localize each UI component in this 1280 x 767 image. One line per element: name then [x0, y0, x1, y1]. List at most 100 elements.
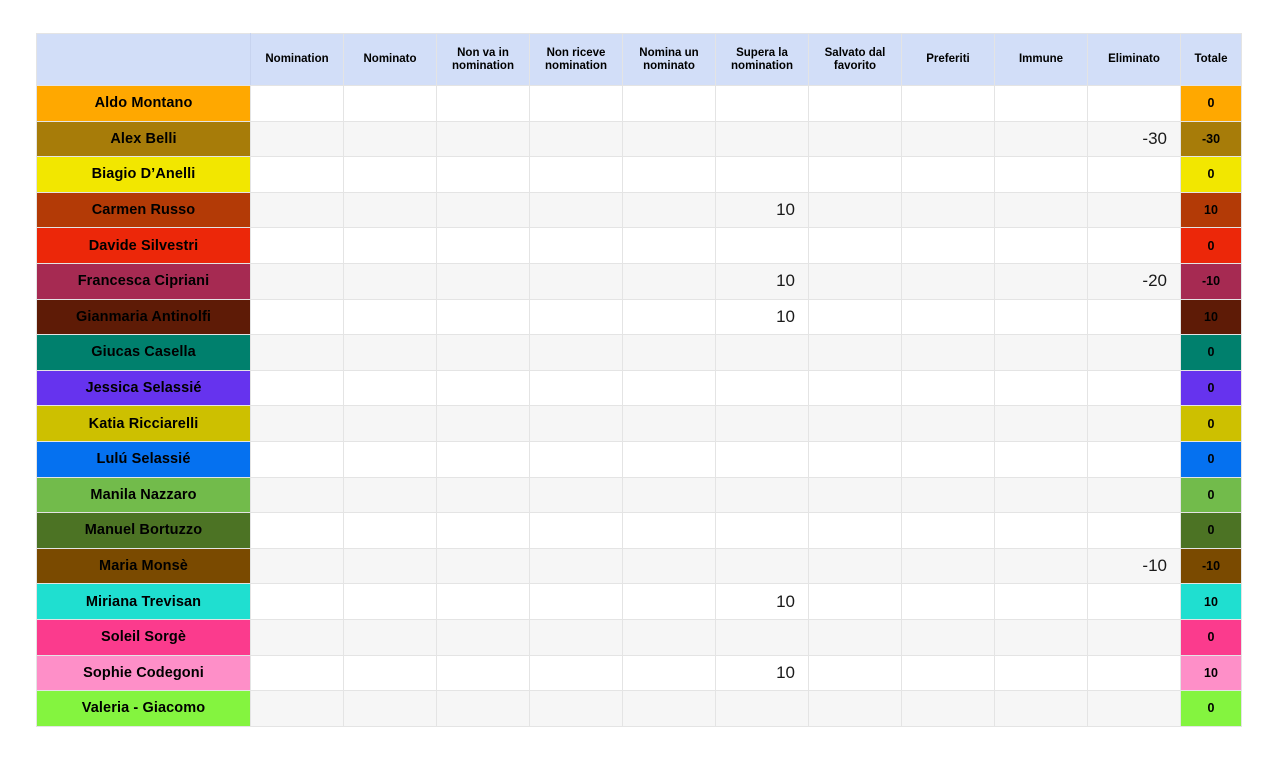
score-cell[interactable]	[1088, 441, 1181, 477]
total-cell[interactable]: 0	[1181, 228, 1242, 264]
score-cell[interactable]	[530, 477, 623, 513]
score-cell[interactable]	[716, 335, 809, 371]
score-cell[interactable]	[902, 548, 995, 584]
score-cell[interactable]	[995, 228, 1088, 264]
score-cell[interactable]	[344, 263, 437, 299]
total-cell[interactable]: 0	[1181, 335, 1242, 371]
score-cell[interactable]	[344, 86, 437, 122]
score-cell[interactable]	[995, 370, 1088, 406]
score-cell[interactable]: -10	[1088, 548, 1181, 584]
score-cell[interactable]	[995, 335, 1088, 371]
total-cell[interactable]: 0	[1181, 370, 1242, 406]
score-cell[interactable]	[344, 335, 437, 371]
score-cell[interactable]	[809, 335, 902, 371]
score-cell[interactable]	[623, 157, 716, 193]
score-cell[interactable]	[902, 299, 995, 335]
score-cell[interactable]	[902, 157, 995, 193]
score-cell[interactable]	[623, 584, 716, 620]
score-cell[interactable]	[344, 584, 437, 620]
score-cell[interactable]	[902, 370, 995, 406]
score-cell[interactable]: -30	[1088, 121, 1181, 157]
score-cell[interactable]	[530, 299, 623, 335]
score-cell[interactable]	[251, 335, 344, 371]
score-cell[interactable]	[623, 691, 716, 727]
score-cell[interactable]	[251, 691, 344, 727]
score-cell[interactable]	[1088, 655, 1181, 691]
contestant-name-cell[interactable]: Soleil Sorgè	[37, 619, 251, 655]
score-cell[interactable]	[809, 157, 902, 193]
score-cell[interactable]	[344, 548, 437, 584]
score-cell[interactable]	[902, 513, 995, 549]
score-cell[interactable]	[809, 192, 902, 228]
score-cell[interactable]	[251, 406, 344, 442]
score-cell[interactable]	[995, 655, 1088, 691]
total-cell[interactable]: 0	[1181, 619, 1242, 655]
score-cell[interactable]	[902, 228, 995, 264]
score-cell[interactable]	[1088, 192, 1181, 228]
score-cell[interactable]	[716, 513, 809, 549]
score-cell[interactable]	[437, 370, 530, 406]
score-cell[interactable]	[716, 228, 809, 264]
score-cell[interactable]	[437, 513, 530, 549]
score-cell[interactable]	[344, 655, 437, 691]
score-cell[interactable]	[251, 228, 344, 264]
score-cell[interactable]	[344, 299, 437, 335]
score-cell[interactable]	[995, 192, 1088, 228]
score-cell[interactable]	[902, 584, 995, 620]
score-cell[interactable]	[344, 121, 437, 157]
score-cell[interactable]	[716, 548, 809, 584]
score-cell[interactable]	[1088, 299, 1181, 335]
score-cell[interactable]	[437, 655, 530, 691]
score-cell[interactable]	[995, 157, 1088, 193]
contestant-name-cell[interactable]: Katia Ricciarelli	[37, 406, 251, 442]
score-cell[interactable]	[902, 655, 995, 691]
score-cell[interactable]	[995, 86, 1088, 122]
score-cell[interactable]: 10	[716, 299, 809, 335]
score-cell[interactable]	[716, 691, 809, 727]
score-cell[interactable]	[809, 370, 902, 406]
score-cell[interactable]	[995, 441, 1088, 477]
total-cell[interactable]: 0	[1181, 441, 1242, 477]
score-cell[interactable]	[530, 441, 623, 477]
score-cell[interactable]	[344, 441, 437, 477]
score-cell[interactable]	[809, 548, 902, 584]
score-cell[interactable]	[809, 691, 902, 727]
score-cell[interactable]	[1088, 477, 1181, 513]
score-cell[interactable]	[530, 406, 623, 442]
score-cell[interactable]	[437, 228, 530, 264]
score-cell[interactable]	[902, 121, 995, 157]
score-cell[interactable]	[530, 691, 623, 727]
score-cell[interactable]: 10	[716, 192, 809, 228]
score-cell[interactable]	[1088, 513, 1181, 549]
score-cell[interactable]	[716, 441, 809, 477]
score-cell[interactable]	[902, 263, 995, 299]
score-cell[interactable]	[902, 477, 995, 513]
score-cell[interactable]	[623, 86, 716, 122]
score-cell[interactable]	[437, 263, 530, 299]
score-cell[interactable]	[437, 619, 530, 655]
contestant-name-cell[interactable]: Carmen Russo	[37, 192, 251, 228]
score-cell[interactable]: 10	[716, 584, 809, 620]
score-cell[interactable]	[437, 121, 530, 157]
contestant-name-cell[interactable]: Biagio D’Anelli	[37, 157, 251, 193]
score-cell[interactable]	[1088, 406, 1181, 442]
score-cell[interactable]	[716, 477, 809, 513]
score-cell[interactable]	[902, 86, 995, 122]
score-cell[interactable]	[623, 370, 716, 406]
score-cell[interactable]	[716, 121, 809, 157]
score-cell[interactable]	[437, 335, 530, 371]
score-cell[interactable]	[437, 548, 530, 584]
score-cell[interactable]	[530, 335, 623, 371]
score-cell[interactable]	[530, 121, 623, 157]
score-cell[interactable]	[809, 406, 902, 442]
score-cell[interactable]	[995, 619, 1088, 655]
score-cell[interactable]	[809, 477, 902, 513]
score-cell[interactable]	[1088, 370, 1181, 406]
total-cell[interactable]: 0	[1181, 513, 1242, 549]
score-cell[interactable]	[809, 86, 902, 122]
score-cell[interactable]	[623, 477, 716, 513]
score-cell[interactable]	[809, 299, 902, 335]
score-cell[interactable]	[623, 441, 716, 477]
total-cell[interactable]: 10	[1181, 192, 1242, 228]
score-cell[interactable]	[995, 263, 1088, 299]
